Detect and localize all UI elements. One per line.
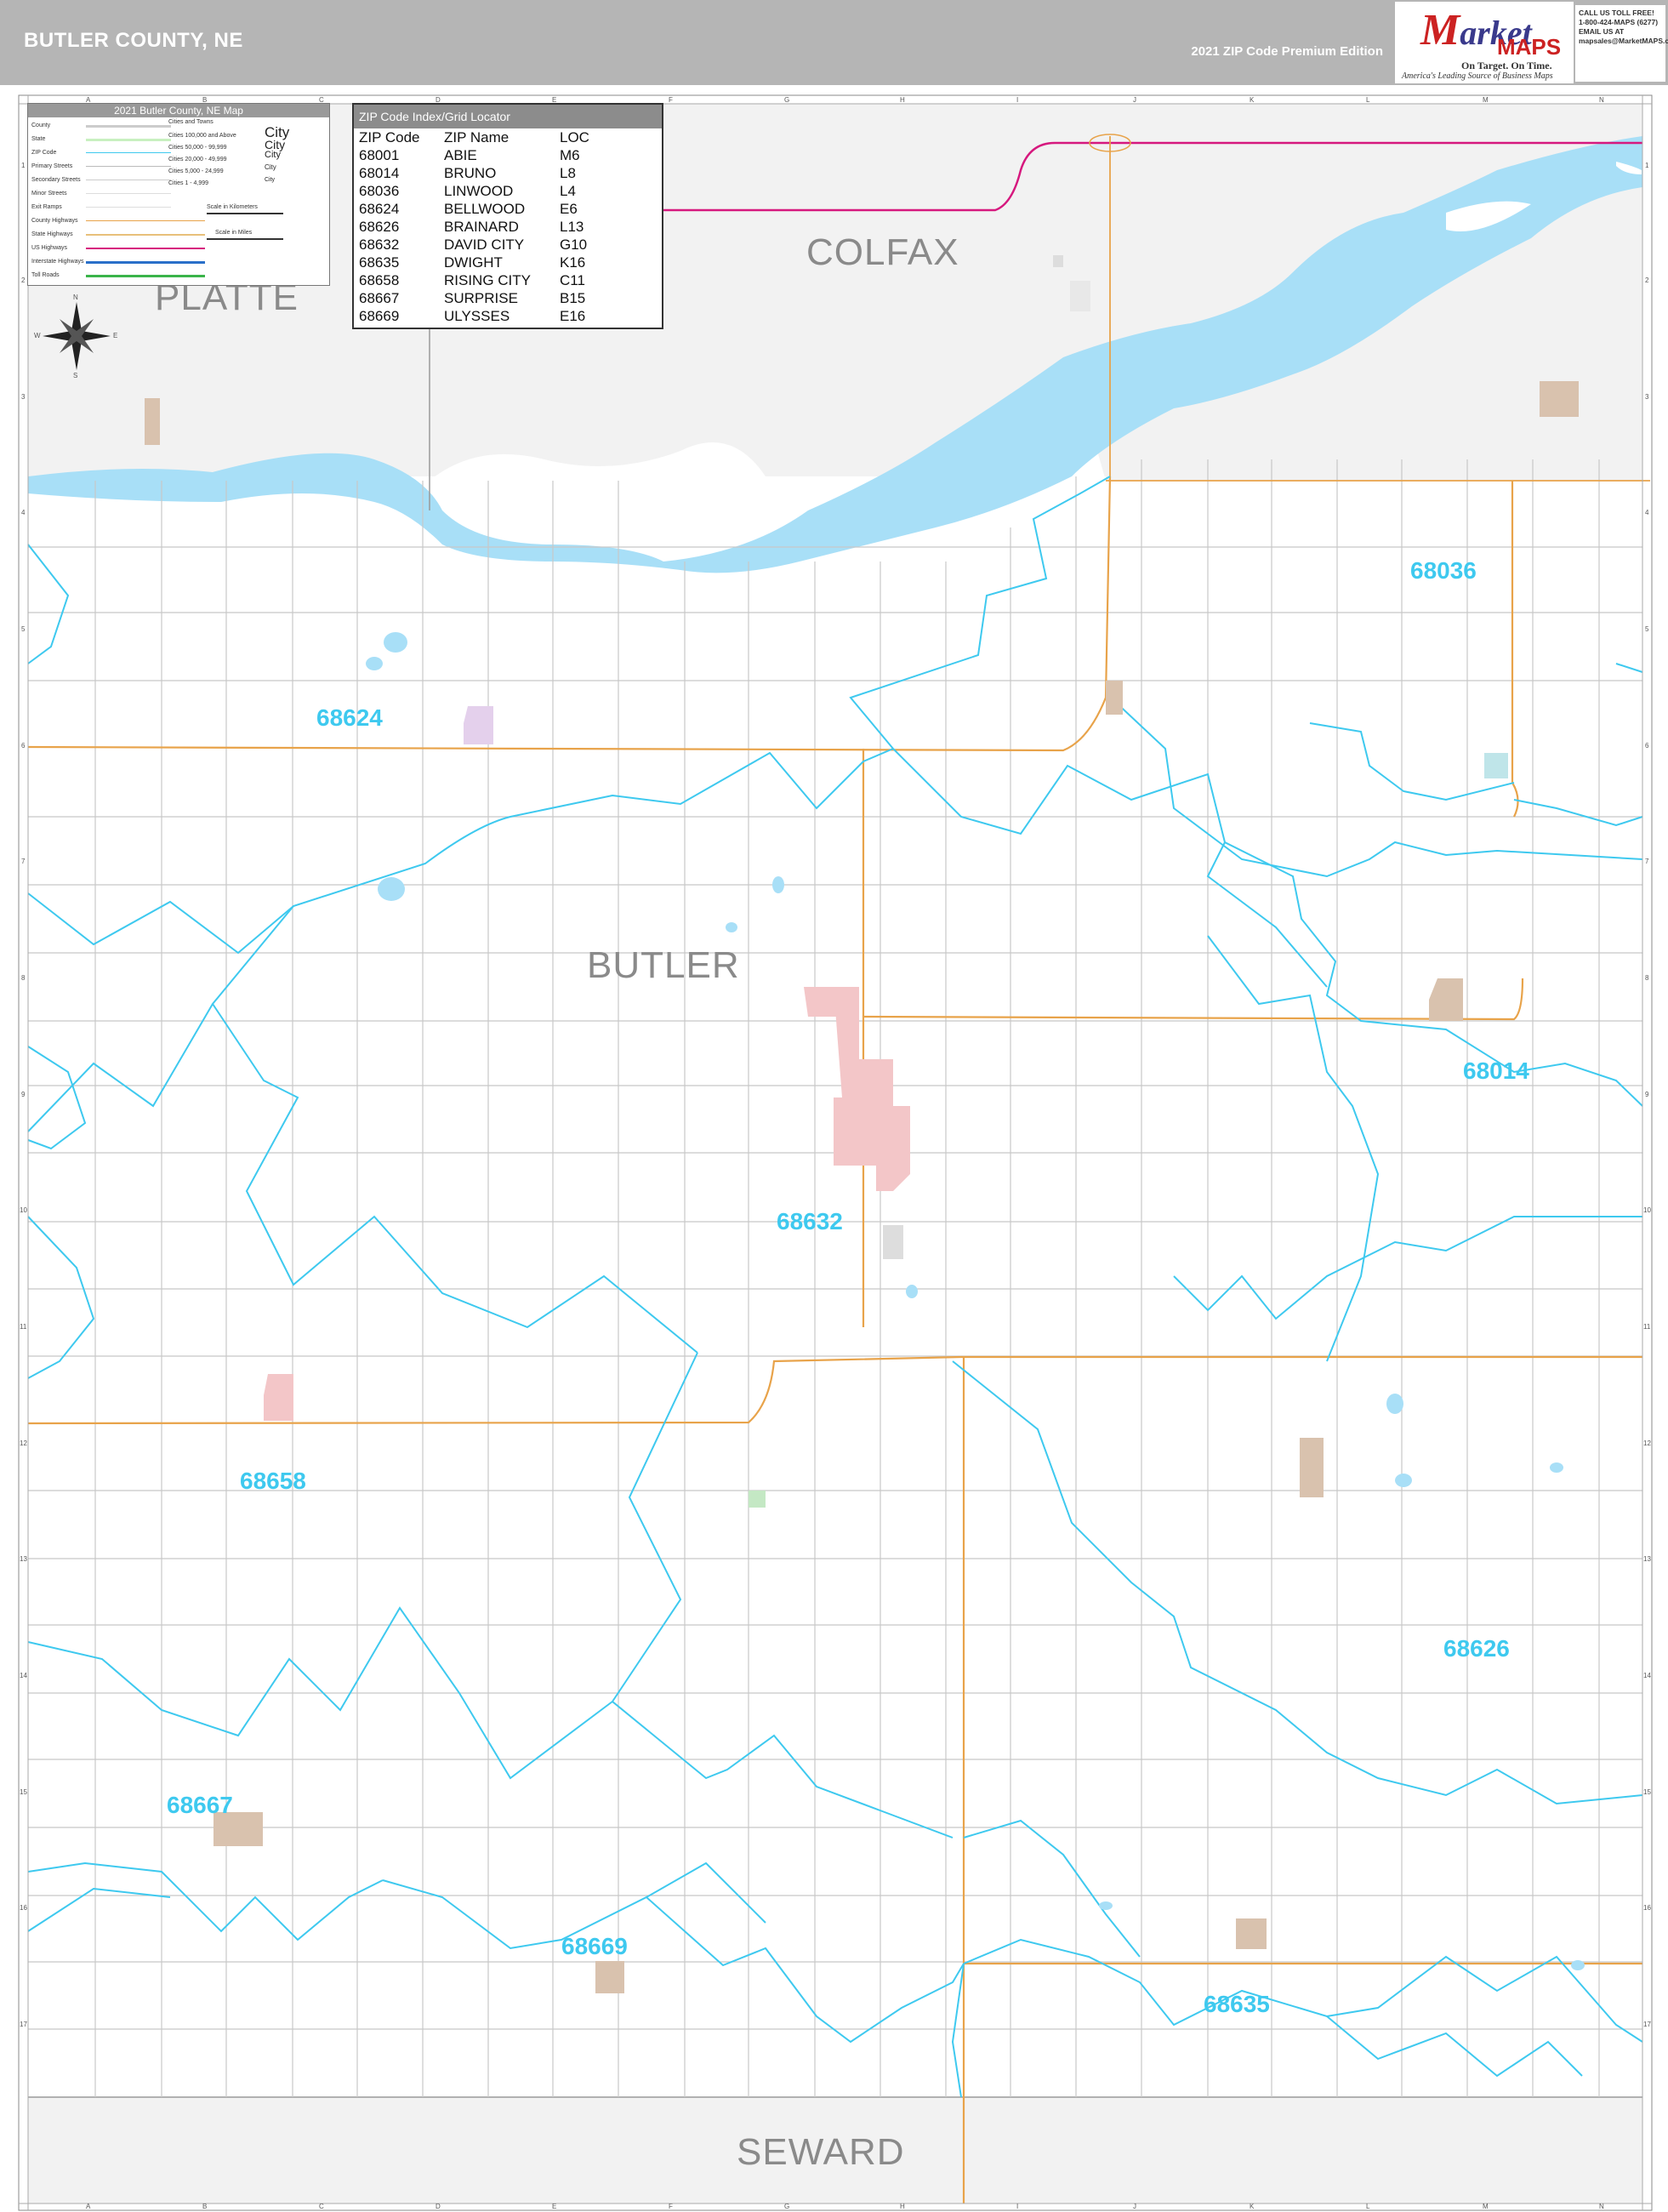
zip-label-68624: 68624 xyxy=(316,704,383,731)
zip-label-68632: 68632 xyxy=(777,1208,843,1234)
table-row: 68014 BRUNO L8 xyxy=(359,165,576,181)
table-row: 68626 BRAINARD L13 xyxy=(359,219,584,235)
zip-code-index: ZIP Code Index/Grid Locator ZIP Code ZIP… xyxy=(352,103,663,329)
table-row: 68635 DWIGHT K16 xyxy=(359,254,586,271)
county-label-seward: SEWARD xyxy=(737,2131,905,2173)
zip-label-68667: 68667 xyxy=(167,1792,233,1818)
table-row: 68667 SURPRISE B15 xyxy=(359,290,586,306)
brainard-area xyxy=(1300,1438,1324,1497)
county-label-colfax: COLFAX xyxy=(806,231,959,273)
compass-s: S xyxy=(73,372,78,379)
zip-label-68014: 68014 xyxy=(1463,1058,1529,1084)
table-row: 68632 DAVID CITY G10 xyxy=(359,237,588,253)
county-label-butler: BUTLER xyxy=(587,944,740,986)
map-legend: 2021 Butler County, NE Map County State … xyxy=(27,103,330,286)
compass-n: N xyxy=(73,294,78,301)
zip-label-68669: 68669 xyxy=(561,1933,628,1959)
dwight-area xyxy=(1236,1918,1267,1949)
butler-county-area xyxy=(28,397,1642,2097)
compass-e: E xyxy=(113,332,118,339)
table-row: 68658 RISING CITY C11 xyxy=(359,272,585,288)
zip-label-68036: 68036 xyxy=(1410,557,1477,584)
bellwood-area xyxy=(464,706,493,744)
rising-city-area xyxy=(264,1374,293,1421)
zip-index-table: ZIP Code ZIP Name LOC 68001 ABIE M6 68014 B… xyxy=(357,128,591,325)
table-row: 68624 BELLWOOD E6 xyxy=(359,201,578,217)
compass-w: W xyxy=(34,332,41,339)
zip-label-68626: 68626 xyxy=(1443,1635,1510,1662)
zip-label-68658: 68658 xyxy=(240,1468,306,1494)
zip-label-68635: 68635 xyxy=(1204,1991,1270,2017)
abie-area xyxy=(1484,753,1508,778)
table-row: 68669 ULYSSES E16 xyxy=(359,308,586,324)
zip-index-title: ZIP Code Index/Grid Locator xyxy=(354,105,662,128)
county-map[interactable] xyxy=(0,0,1668,2212)
linwood-area xyxy=(1540,381,1579,417)
table-row: 68036 LINWOOD L4 xyxy=(359,183,576,199)
legend-title: 2021 Butler County, NE Map xyxy=(28,104,329,117)
zip-index-header-row: ZIP Code ZIP Name LOC xyxy=(359,129,589,145)
table-row: 68001 ABIE M6 xyxy=(359,147,580,163)
ulysses-area xyxy=(595,1961,624,1993)
